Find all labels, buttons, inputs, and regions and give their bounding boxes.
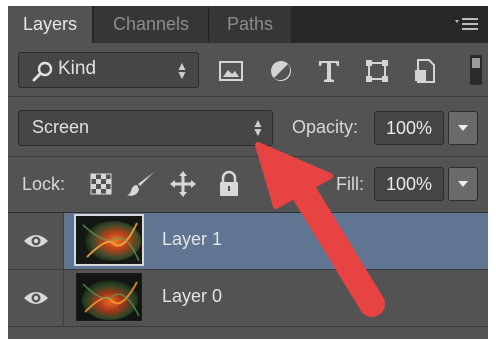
- annotation-arrow: [255, 142, 385, 317]
